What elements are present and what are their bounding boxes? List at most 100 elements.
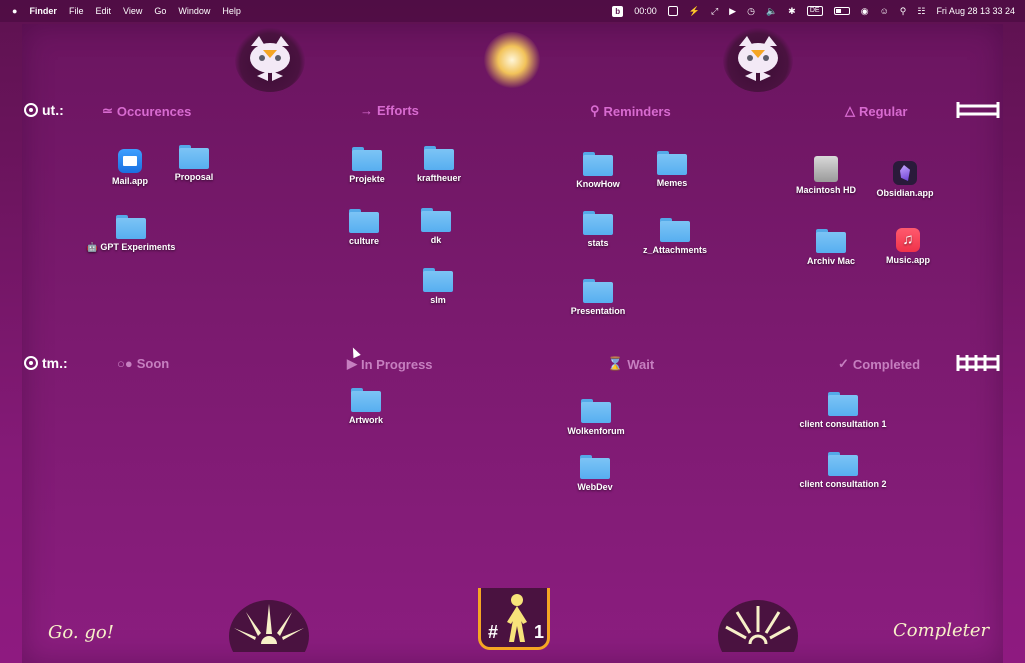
category-reminders: ⚲ Reminders [590, 103, 671, 119]
keyboard-layout[interactable]: DE [806, 6, 823, 16]
clock-face-icon [24, 356, 38, 370]
category-efforts-label: Efforts [377, 103, 419, 118]
status-app-icon[interactable]: b [612, 5, 624, 17]
desktop-item-gpt[interactable]: 🤖 GPT Experiments [86, 215, 176, 253]
menu-help[interactable]: Help [222, 6, 241, 16]
desktop-item-dk[interactable]: dk [391, 208, 481, 246]
control-center-icon[interactable]: ☷ [917, 6, 925, 17]
desktop-item-wolkenforum[interactable]: Wolkenforum [551, 399, 641, 437]
folder-icon [828, 452, 858, 476]
desktop-item-presentation[interactable]: Presentation [553, 279, 643, 317]
target-icon [24, 103, 38, 117]
timer-text[interactable]: 00:00 [634, 6, 657, 16]
apple-menu-icon[interactable]: ● [12, 6, 17, 16]
battery-icon[interactable] [833, 7, 850, 15]
pin-icon: ⚲ [590, 103, 600, 118]
cat-emblem-left [235, 28, 305, 92]
menubar-clock[interactable]: Fri Aug 28 13 33 24 [936, 6, 1015, 16]
desktop-item-label: slm [430, 295, 446, 305]
desktop-item-music[interactable]: ♫ Music.app [863, 228, 953, 266]
category-completed: ✓ Completed [838, 356, 920, 372]
desktop-item-webdev[interactable]: WebDev [550, 455, 640, 493]
menu-go[interactable]: Go [154, 6, 166, 16]
desktop-item-macintosh-hd[interactable]: Macintosh HD [781, 156, 871, 196]
desktop-item-label: Obsidian.app [876, 188, 934, 198]
desktop-item-proposal[interactable]: Proposal [149, 145, 239, 183]
bolt-icon[interactable]: ⚡ [689, 6, 700, 17]
desktop-item-label: z_Attachments [642, 245, 707, 255]
play-icon[interactable]: ▶ [729, 6, 736, 17]
desktop-item-label: client consultation 2 [799, 479, 887, 489]
desktop-item-obsidian[interactable]: Obsidian.app [860, 161, 950, 199]
screen-icon[interactable] [667, 6, 678, 16]
fence-icon [956, 355, 1000, 371]
folder-icon [816, 229, 846, 253]
menu-edit[interactable]: Edit [95, 6, 111, 16]
folder-icon [351, 388, 381, 412]
check-icon: ✓ [838, 356, 849, 371]
expand-icon[interactable]: ⤢ [711, 6, 718, 17]
mail-app-icon [118, 149, 142, 173]
folder-icon [116, 215, 146, 239]
spiral-logo-icon [484, 32, 540, 88]
desktop-item-z-attachments[interactable]: z_Attachments [630, 218, 720, 256]
folder-icon [657, 151, 687, 175]
row-label-bottom-text: tm.: [42, 355, 68, 371]
bed-icon [956, 102, 1000, 118]
volume-icon[interactable]: 🔈 [766, 6, 777, 17]
menu-finder[interactable]: Finder [29, 6, 57, 16]
category-occurences-label: Occurences [116, 103, 192, 119]
user-icon[interactable]: ☺ [880, 6, 889, 16]
menu-window[interactable]: Window [178, 6, 210, 16]
badge-number-one: # 1 [478, 588, 550, 650]
desktop-item-memes[interactable]: Memes [627, 151, 717, 189]
desktop-item-artwork[interactable]: Artwork [321, 388, 411, 426]
desktop-item-label: Presentation [570, 306, 626, 316]
desktop-item-label: WebDev [577, 482, 613, 492]
sunrise-icon-left [229, 600, 309, 652]
desktop-item-client-2[interactable]: client consultation 2 [798, 452, 888, 490]
category-completed-label: Completed [852, 356, 921, 372]
category-in-progress: ▶ In Progress [347, 356, 433, 372]
category-occurences: ≃ Occurences [102, 103, 191, 119]
completer-text: Completer [893, 620, 990, 641]
desktop-item-label: Artwork [348, 415, 383, 425]
desktop-item-label: stats [587, 238, 609, 248]
bluetooth-icon[interactable]: ✱ [788, 6, 796, 17]
tilde-icon: ≃ [102, 103, 113, 118]
category-efforts: → Efforts [360, 103, 419, 118]
clock-icon[interactable]: ◷ [747, 6, 755, 17]
folder-icon [828, 392, 858, 416]
obsidian-app-icon [893, 161, 917, 185]
desktop-item-client-1[interactable]: client consultation 1 [798, 392, 888, 430]
desktop-item-label: client consultation 1 [799, 419, 887, 429]
desktop-item-kraftheuer[interactable]: kraftheuer [394, 146, 484, 184]
hard-drive-icon [814, 156, 838, 182]
spotlight-icon[interactable]: ⚲ [900, 6, 907, 17]
folder-icon [179, 145, 209, 169]
desktop-frame [22, 24, 1003, 663]
desktop-item-label: Memes [656, 178, 688, 188]
folder-icon [423, 268, 453, 292]
triangle-icon: △ [845, 103, 855, 118]
menu-file[interactable]: File [69, 6, 84, 16]
category-wait: ⌛ Wait [607, 356, 654, 372]
desktop-item-label: Music.app [885, 255, 930, 265]
hourglass-icon: ⌛ [607, 356, 624, 371]
sunrise-icon-right [718, 600, 798, 652]
menu-view[interactable]: View [123, 6, 142, 16]
folder-icon [583, 279, 613, 303]
arrow-right-icon: → [360, 103, 373, 118]
desktop-item-label: 🤖 GPT Experiments [86, 242, 176, 252]
category-wait-label: Wait [627, 356, 655, 372]
desktop-item-label: Macintosh HD [795, 185, 856, 195]
category-regular: △ Regular [845, 103, 907, 119]
dots-icon: ○● [117, 356, 133, 371]
desktop-item-slm[interactable]: slm [393, 268, 483, 306]
wifi-icon[interactable]: ◉ [861, 6, 869, 17]
row-label-top: ut.: [24, 102, 64, 118]
desktop-item-label: Wolkenforum [567, 426, 625, 436]
desktop-item-label: Mail.app [111, 176, 148, 186]
desktop-item-label: culture [348, 236, 379, 246]
figure-icon [507, 594, 527, 642]
